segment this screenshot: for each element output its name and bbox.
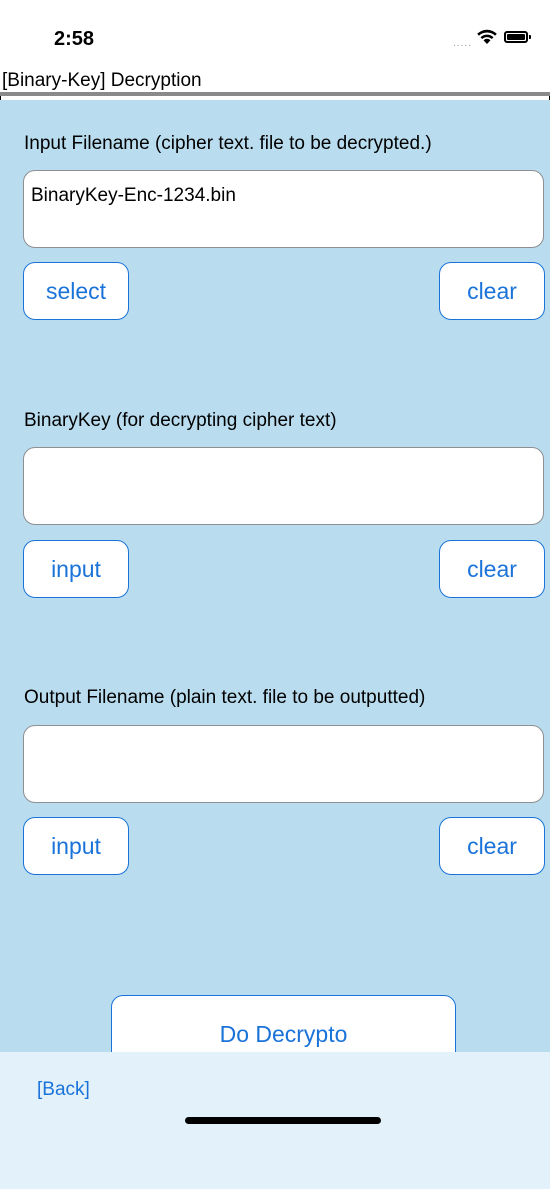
- status-bar: 2:58 .....: [0, 0, 550, 68]
- cellular-signal-icon: .....: [453, 38, 472, 49]
- input-filename-field[interactable]: BinaryKey-Enc-1234.bin: [23, 170, 544, 248]
- status-time: 2:58: [54, 28, 95, 50]
- input-output-button[interactable]: input: [23, 817, 129, 875]
- page-title: [Binary-Key] Decryption: [0, 68, 550, 96]
- wifi-icon: [477, 29, 497, 44]
- output-filename-field[interactable]: [23, 725, 544, 803]
- battery-icon: [504, 31, 531, 43]
- clear-input-button[interactable]: clear: [439, 262, 545, 320]
- input-filename-label: Input Filename (cipher text. file to be …: [24, 133, 432, 154]
- binary-key-field[interactable]: [23, 447, 544, 525]
- output-filename-label: Output Filename (plain text. file to be …: [24, 687, 426, 708]
- clear-output-button[interactable]: clear: [439, 817, 545, 875]
- clear-key-button[interactable]: clear: [439, 540, 545, 598]
- status-icons: .....: [438, 28, 531, 49]
- back-link[interactable]: [Back]: [37, 1079, 90, 1101]
- binary-key-label: BinaryKey (for decrypting cipher text): [24, 410, 337, 431]
- input-key-button[interactable]: input: [23, 540, 129, 598]
- main-content: Input Filename (cipher text. file to be …: [0, 100, 550, 1073]
- home-indicator[interactable]: [185, 1117, 381, 1124]
- select-input-button[interactable]: select: [23, 262, 129, 320]
